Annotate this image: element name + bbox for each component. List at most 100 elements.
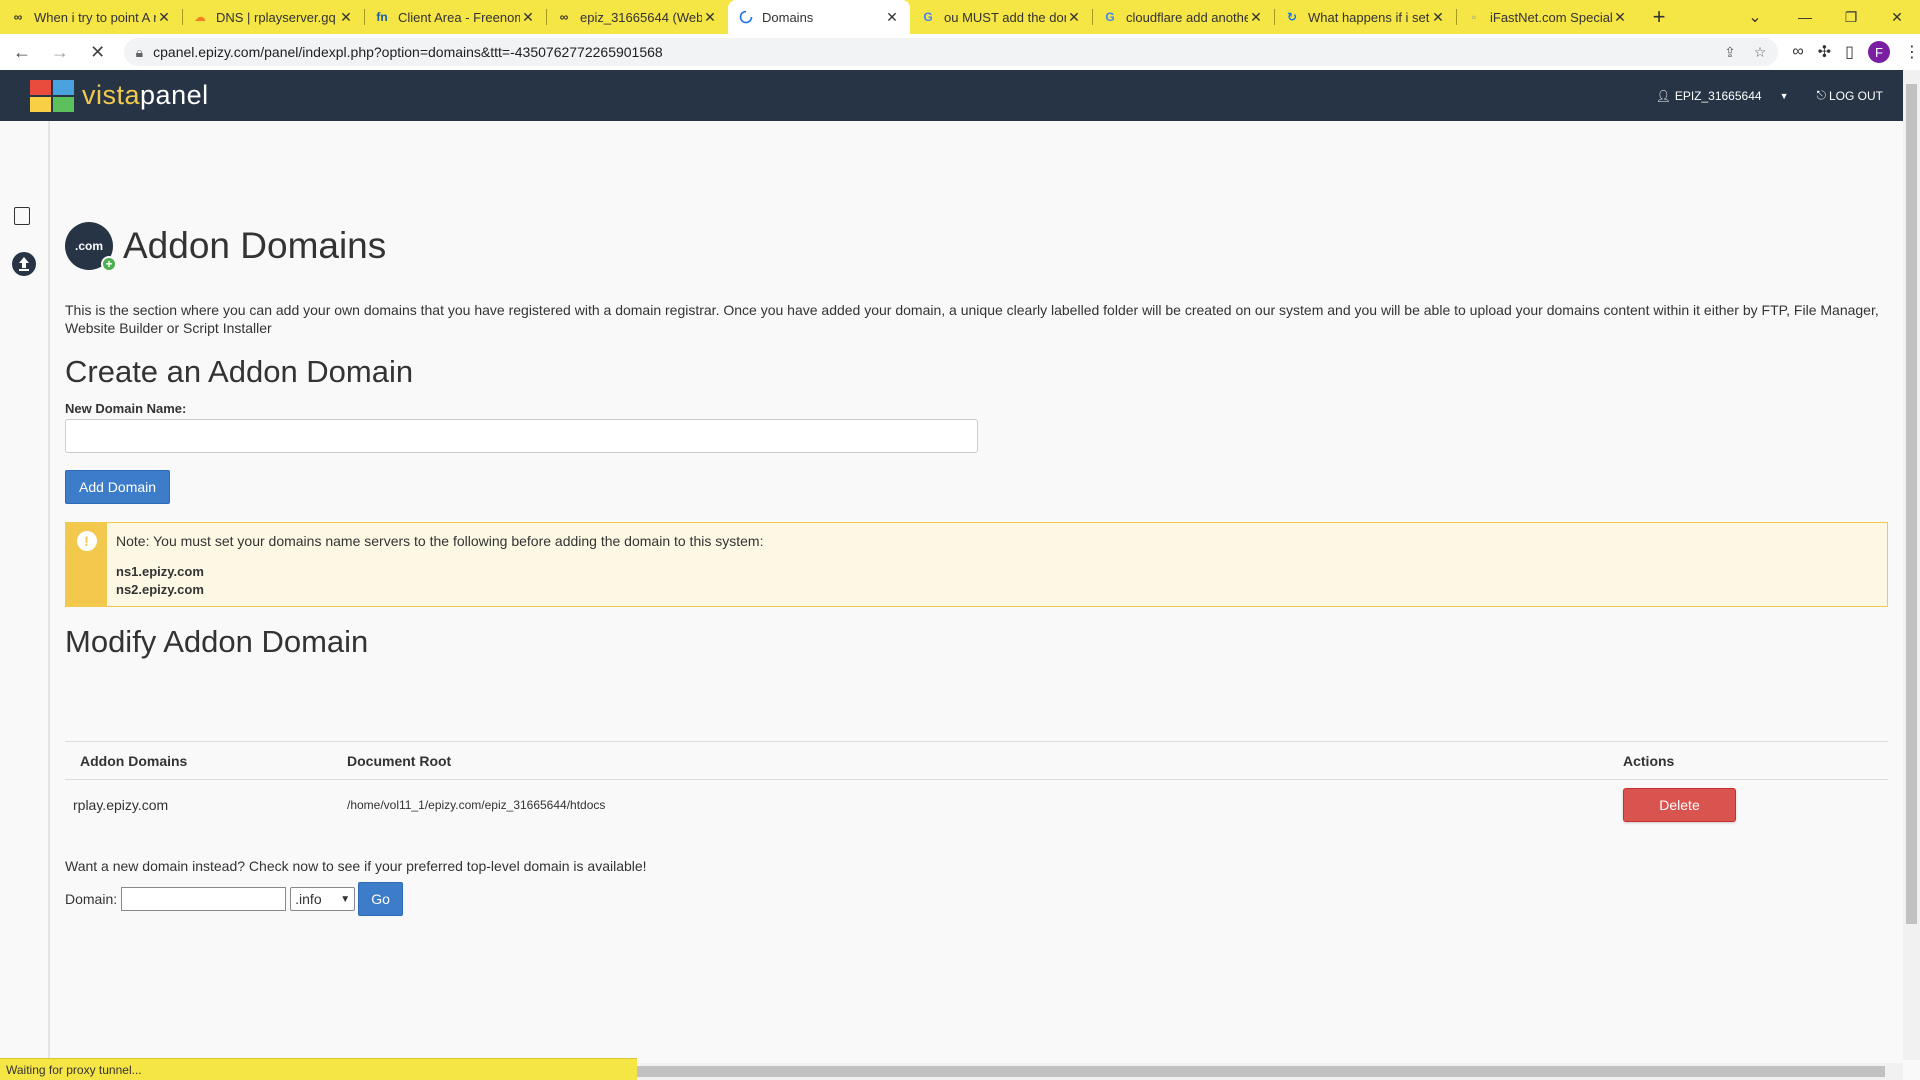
- close-window-icon[interactable]: ✕: [1874, 0, 1920, 34]
- browser-tab[interactable]: ☁ DNS | rplayserver.gq | ✕: [182, 0, 364, 34]
- upload-icon[interactable]: [10, 250, 38, 278]
- modify-heading: Modify Addon Domain: [65, 624, 369, 659]
- new-domain-label: New Domain Name:: [65, 401, 187, 416]
- bookmark-star-icon[interactable]: ☆: [1754, 44, 1767, 61]
- close-icon[interactable]: ✕: [520, 9, 536, 25]
- page-title: Addon Domains: [123, 225, 387, 266]
- exclamation-icon: !: [76, 531, 97, 551]
- addon-domains-table: Addon Domains Document Root Actions rpla…: [65, 741, 1888, 830]
- tab-title: When i try to point A r: [34, 9, 156, 25]
- minimize-icon[interactable]: —: [1782, 0, 1828, 34]
- create-heading: Create an Addon Domain: [65, 354, 414, 389]
- close-icon[interactable]: ✕: [1430, 9, 1446, 25]
- header-actions: Actions: [1623, 752, 1675, 769]
- delete-button[interactable]: Delete: [1623, 788, 1736, 822]
- cloudflare-community-icon: ↻: [1286, 10, 1298, 24]
- logout-label: LOG OUT: [1828, 88, 1883, 103]
- menu-kebab-icon[interactable]: ⋮: [1904, 42, 1920, 62]
- domain-search-form: Domain: .info ▼ Go: [65, 882, 404, 916]
- lock-icon[interactable]: 🔒︎: [136, 44, 143, 61]
- browser-tab[interactable]: fn Client Area - Freenom ✕: [364, 0, 546, 34]
- left-sidebar: [0, 121, 50, 1060]
- new-domain-input[interactable]: [65, 419, 978, 453]
- close-icon[interactable]: ✕: [1612, 9, 1628, 25]
- go-button[interactable]: Go: [358, 882, 404, 916]
- nameserver-note: ! Note: You must set your domains name s…: [65, 522, 1888, 607]
- close-icon[interactable]: ✕: [338, 9, 354, 25]
- browser-tab[interactable]: ∞ When i try to point A r ✕: [0, 0, 182, 34]
- browser-tab-strip: ∞ When i try to point A r ✕ ☁ DNS | rpla…: [0, 0, 1920, 34]
- nameserver-1: ns1.epizy.com: [116, 564, 204, 579]
- horizontal-scrollbar[interactable]: [637, 1063, 1903, 1080]
- side-panel-icon[interactable]: ▯: [1845, 42, 1854, 62]
- profile-avatar[interactable]: F: [1867, 41, 1890, 63]
- forward-arrow-icon[interactable]: →: [44, 36, 76, 68]
- address-bar[interactable]: 🔒︎ cpanel.epizy.com/panel/indexpl.php?op…: [123, 38, 1779, 66]
- page-outline-icon[interactable]: [14, 207, 30, 225]
- window-controls: — ❐ ✕: [1782, 0, 1920, 34]
- browser-tab[interactable]: ▫ iFastNet.com Special o ✕: [1456, 0, 1638, 34]
- freenom-icon: fn: [376, 10, 388, 24]
- google-icon: G: [923, 10, 933, 24]
- page-viewport: vistapanel 👤︎ EPIZ_31665644 ▼ ⎋ LOG OUT …: [0, 70, 1903, 1060]
- tab-title: iFastNet.com Special o: [1490, 9, 1612, 25]
- tab-title: Domains: [762, 9, 814, 25]
- infinity-icon: ∞: [13, 10, 23, 24]
- stop-loading-icon[interactable]: ✕: [82, 36, 114, 68]
- new-tab-button[interactable]: +: [1644, 0, 1674, 34]
- tab-title: cloudflare add anothe: [1126, 9, 1248, 25]
- intro-text: This is the section where you can add yo…: [65, 302, 1879, 336]
- logout-link[interactable]: ⎋ LOG OUT: [1816, 88, 1883, 103]
- header-document-root: Document Root: [347, 752, 452, 769]
- tab-title: ou MUST add the don: [944, 9, 1066, 25]
- close-icon[interactable]: ✕: [884, 9, 900, 25]
- table-header: Addon Domains Document Root Actions: [65, 741, 1888, 780]
- caret-down-icon: ▼: [1779, 90, 1789, 101]
- plus-badge-icon: +: [101, 256, 117, 272]
- close-icon[interactable]: ✕: [1248, 9, 1264, 25]
- domain-search-input[interactable]: [121, 887, 287, 911]
- promo-text: Want a new domain instead? Check now to …: [65, 858, 647, 874]
- note-text: Note: You must set your domains name ser…: [116, 533, 764, 549]
- blank-page-icon: ▫: [1471, 10, 1477, 24]
- tab-title: epiz_31665644 (Webs: [580, 9, 702, 25]
- extensions-puzzle-icon[interactable]: ✣: [1818, 42, 1831, 62]
- tab-title: DNS | rplayserver.gq |: [216, 9, 338, 25]
- logo-text: vistapanel: [82, 80, 209, 110]
- back-arrow-icon[interactable]: ←: [6, 36, 38, 68]
- vistapanel-logo[interactable]: vistapanel: [30, 79, 209, 112]
- browser-tab[interactable]: G ou MUST add the don ✕: [910, 0, 1092, 34]
- tab-search-chevron-icon[interactable]: ⌄: [1740, 0, 1770, 34]
- browser-tab-active[interactable]: Domains ✕: [728, 0, 910, 34]
- restore-icon[interactable]: ❐: [1828, 0, 1874, 34]
- infinity-icon: ∞: [559, 10, 569, 24]
- close-icon[interactable]: ✕: [702, 9, 718, 25]
- close-icon[interactable]: ✕: [1066, 9, 1082, 25]
- tld-select[interactable]: .info ▼: [290, 887, 356, 911]
- addon-domain-name: rplay.epizy.com: [73, 797, 169, 813]
- username: EPIZ_31665644: [1674, 88, 1762, 103]
- addon-domain-icon: .com +: [65, 222, 117, 272]
- browser-tab[interactable]: ↻ What happens if i set ✕: [1274, 0, 1456, 34]
- browser-tab[interactable]: ∞ epiz_31665644 (Webs ✕: [546, 0, 728, 34]
- chevron-down-icon: ▼: [340, 893, 351, 905]
- tab-title: Client Area - Freenom: [398, 9, 520, 25]
- user-icon: 👤︎: [1655, 88, 1671, 103]
- url-text[interactable]: cpanel.epizy.com/panel/indexpl.php?optio…: [153, 44, 663, 60]
- page-heading: .com + Addon Domains: [65, 222, 387, 272]
- share-icon[interactable]: ⇪: [1724, 44, 1736, 61]
- google-icon: G: [1105, 10, 1115, 24]
- close-icon[interactable]: ✕: [156, 9, 172, 25]
- add-domain-button[interactable]: Add Domain: [65, 470, 171, 504]
- loading-icon: [738, 9, 754, 25]
- domain-label: Domain:: [65, 891, 118, 907]
- browser-tab[interactable]: G cloudflare add anothe ✕: [1092, 0, 1274, 34]
- user-dropdown[interactable]: 👤︎ EPIZ_31665644 ▼: [1656, 89, 1789, 103]
- table-row: rplay.epizy.com /home/vol11_1/epizy.com/…: [65, 780, 1888, 830]
- browser-status-bar: Waiting for proxy tunnel...: [0, 1058, 637, 1080]
- tab-title: What happens if i set: [1308, 9, 1430, 25]
- cloudflare-icon: ☁: [194, 10, 206, 24]
- extension-glasses-icon[interactable]: ∞: [1792, 43, 1803, 61]
- nameserver-2: ns2.epizy.com: [116, 582, 204, 597]
- vertical-scrollbar[interactable]: [1903, 70, 1920, 1060]
